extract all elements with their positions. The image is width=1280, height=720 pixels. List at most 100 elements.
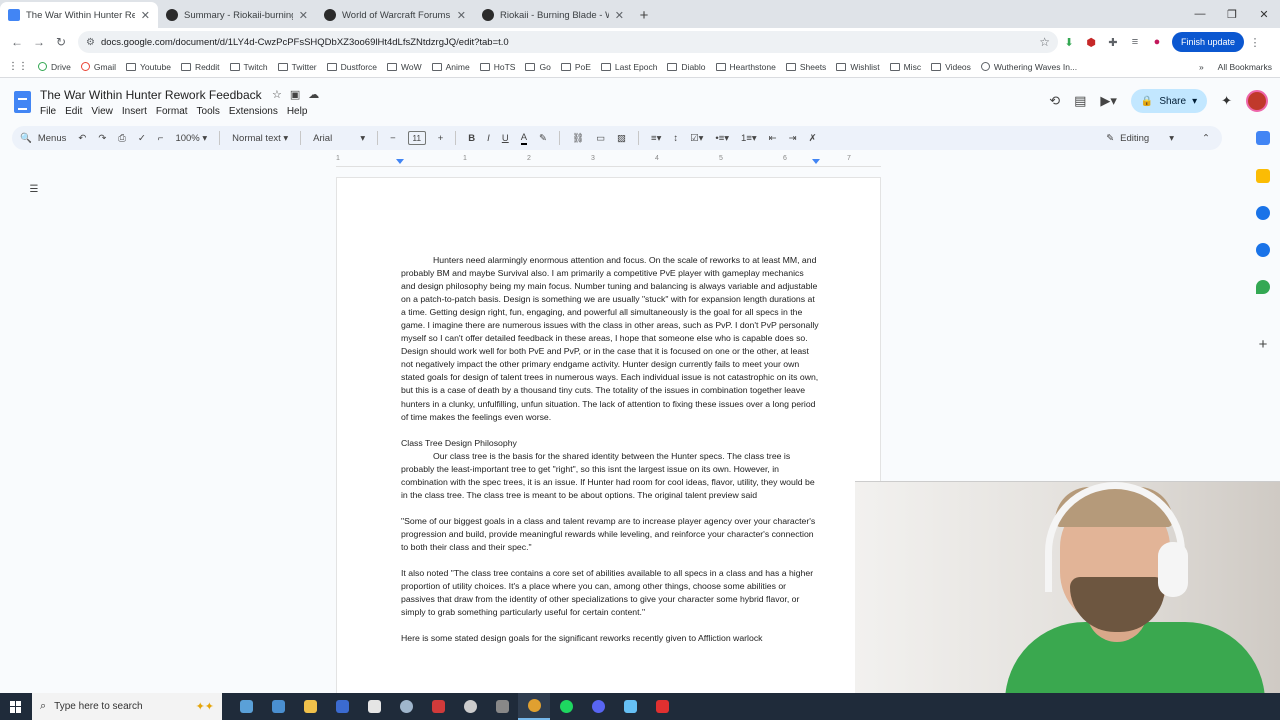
tab-docs[interactable]: The War Within Hunter Rework ✕ [0,2,158,28]
keep-icon[interactable] [1256,169,1270,183]
vertical-ruler[interactable] [0,170,10,690]
taskbar-app-explorer[interactable] [294,693,326,720]
menu-insert[interactable]: Insert [122,106,147,117]
bookmark-anime[interactable]: Anime [431,62,470,72]
profile-icon[interactable]: ● [1146,31,1168,53]
decrease-indent-icon[interactable]: ⇤ [769,133,777,144]
taskbar-app-app-red[interactable] [422,693,454,720]
taskbar-app-spotify[interactable] [550,693,582,720]
extension-shield-icon[interactable]: ⬢ [1080,31,1102,53]
left-indent-marker[interactable] [396,159,404,164]
more-menu-icon[interactable]: ⋮ [1244,31,1266,53]
bookmark-twitch[interactable]: Twitch [229,62,268,72]
clear-formatting-icon[interactable]: ✗ [809,133,817,144]
extensions-puzzle-icon[interactable]: ✚ [1102,31,1124,53]
bookmark-go[interactable]: Go [525,62,551,72]
taskbar-app-app-red2[interactable] [646,693,678,720]
maps-icon[interactable] [1256,280,1270,294]
editing-mode-select[interactable]: ✎ Editing ▾ [1106,133,1174,144]
move-folder-icon[interactable]: ▣ [290,88,300,101]
menu-file[interactable]: File [40,106,56,117]
comment-icon[interactable]: ▭ [596,133,605,144]
taskbar-search-input[interactable]: ⌕ Type here to search ✦✦ [32,693,222,720]
print-icon[interactable]: ⎙ [118,133,126,144]
increase-indent-icon[interactable]: ⇥ [789,133,797,144]
checklist-icon[interactable]: ☑▾ [690,133,703,144]
share-button[interactable]: 🔒 Share ▾ [1130,89,1208,113]
taskbar-app-app-dark[interactable] [358,693,390,720]
history-icon[interactable]: ⟲ [1049,93,1060,109]
media-icon[interactable]: ≡ [1124,31,1146,53]
comments-icon[interactable]: ▤ [1074,93,1086,109]
minimize-icon[interactable]: — [1184,0,1216,28]
menu-format[interactable]: Format [156,106,188,117]
document-page[interactable]: Hunters need alarmingly enormous attenti… [336,177,881,697]
image-icon[interactable]: ▨ [617,133,626,144]
apps-grid-icon[interactable]: ⋮⋮ [8,61,28,72]
bookmark-hearthstone[interactable]: Hearthstone [715,62,776,72]
bookmark-reddit[interactable]: Reddit [180,62,220,72]
bookmark-star-icon[interactable]: ☆ [1039,35,1050,49]
taskbar-app-notes[interactable] [230,693,262,720]
avatar[interactable] [1246,90,1268,112]
reload-icon[interactable]: ↻ [50,31,72,53]
menu-help[interactable]: Help [287,106,308,117]
menu-tools[interactable]: Tools [197,106,220,117]
bookmark-youtube[interactable]: Youtube [126,62,171,72]
close-icon[interactable]: ✕ [299,9,308,22]
menu-edit[interactable]: Edit [65,106,82,117]
taskbar-app-steam2[interactable] [614,693,646,720]
close-icon[interactable]: ✕ [615,9,624,22]
tab-forums[interactable]: World of Warcraft Forums ✕ [316,2,474,28]
site-info-icon[interactable]: ⚙ [86,37,95,48]
restore-icon[interactable]: ❐ [1216,0,1248,28]
all-bookmarks[interactable]: » All Bookmarks [1199,62,1272,72]
bold-icon[interactable]: B [468,133,475,144]
tasks-icon[interactable] [1256,206,1270,220]
paint-format-icon[interactable]: ⌐ [158,133,164,144]
highlight-icon[interactable]: ✎ [539,133,547,144]
close-window-icon[interactable]: ✕ [1248,0,1280,28]
document-title[interactable]: The War Within Hunter Rework Feedback [40,88,262,102]
calendar-icon[interactable] [1256,131,1270,145]
redo-icon[interactable]: ↷ [98,133,106,144]
bookmark-dustforce[interactable]: Dustforce [326,62,377,72]
bookmark-wuthering[interactable]: Wuthering Waves In... [980,62,1077,72]
finish-update-button[interactable]: Finish update [1172,32,1245,52]
style-select[interactable]: Normal text ▾ [232,133,288,144]
numbered-list-icon[interactable]: 1≡▾ [741,133,757,144]
bookmark-twitter[interactable]: Twitter [277,62,317,72]
bookmark-gmail[interactable]: Gmail [80,62,116,72]
bookmark-hots[interactable]: HoTS [479,62,515,72]
underline-icon[interactable]: U [502,133,509,144]
bookmark-poe[interactable]: PoE [560,62,591,72]
taskbar-app-app-circle[interactable] [454,693,486,720]
star-icon[interactable]: ☆ [272,88,282,101]
gemini-icon[interactable]: ✦ [1221,93,1232,109]
tab-armory[interactable]: Riokaii - Burning Blade - Warcr ✕ [474,2,632,28]
bookmark-wishlist[interactable]: Wishlist [836,62,880,72]
docs-logo-icon[interactable] [14,91,31,113]
bookmark-drive[interactable]: Drive [38,62,71,72]
taskbar-app-discord[interactable] [582,693,614,720]
taskbar-app-calculator[interactable] [262,693,294,720]
contacts-icon[interactable] [1256,243,1270,257]
italic-icon[interactable]: I [487,133,490,144]
meet-icon[interactable]: ▶▾ [1100,93,1117,109]
forward-icon[interactable]: → [28,31,50,53]
taskbar-app-steam[interactable] [390,693,422,720]
bookmark-diablo[interactable]: Diablo [667,62,706,72]
document-outline-icon[interactable]: ☰ [26,181,42,197]
bookmark-videos[interactable]: Videos [931,62,971,72]
right-indent-marker[interactable] [812,159,820,164]
new-tab-button[interactable]: + [632,2,656,28]
zoom-select[interactable]: 100% ▾ [175,133,207,144]
bookmark-misc[interactable]: Misc [889,62,921,72]
link-icon[interactable]: ⛓ [572,133,584,144]
bookmark-sheets[interactable]: Sheets [785,62,826,72]
undo-icon[interactable]: ↶ [78,133,86,144]
collapse-toolbar-icon[interactable]: ⌃ [1202,133,1210,144]
close-icon[interactable]: ✕ [141,9,150,22]
line-spacing-icon[interactable]: ↕ [673,133,678,144]
spellcheck-icon[interactable]: ✓ [138,133,146,144]
